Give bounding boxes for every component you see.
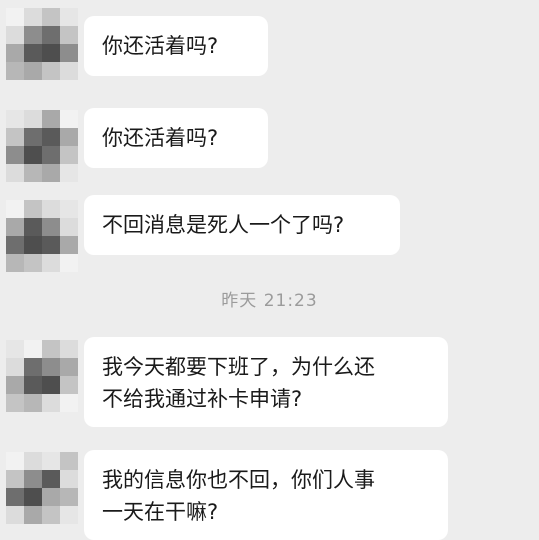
avatar-pixel (6, 506, 24, 524)
avatar-pixel (6, 218, 24, 236)
avatar-pixel (24, 44, 42, 62)
avatar-pixel (42, 62, 60, 80)
avatar-pixel (60, 236, 78, 254)
avatar-pixel (6, 452, 24, 470)
avatar-pixel (6, 340, 24, 358)
message-text: 你还活着吗? (102, 126, 219, 150)
avatar-pixel (24, 164, 42, 182)
avatar-pixel (60, 218, 78, 236)
avatar-pixel (60, 254, 78, 272)
avatar-pixel (6, 394, 24, 412)
message-bubble[interactable]: 不回消息是死人一个了吗? (84, 195, 400, 255)
avatar-pixel (42, 26, 60, 44)
avatar-pixel (60, 452, 78, 470)
avatar[interactable] (6, 200, 78, 272)
avatar-pixel (24, 200, 42, 218)
avatar-pixel (6, 128, 24, 146)
avatar-pixel (42, 452, 60, 470)
avatar-pixel (24, 128, 42, 146)
avatar-pixel (60, 26, 78, 44)
avatar-pixel (42, 340, 60, 358)
avatar-pixel (60, 340, 78, 358)
avatar-pixel (6, 470, 24, 488)
avatar-pixel (24, 110, 42, 128)
avatar-pixel (6, 236, 24, 254)
avatar-pixel (6, 200, 24, 218)
avatar-pixel (6, 8, 24, 26)
avatar-pixel (42, 200, 60, 218)
avatar-pixel (24, 452, 42, 470)
avatar-pixel (24, 8, 42, 26)
avatar-pixel (60, 8, 78, 26)
avatar-pixel (60, 506, 78, 524)
message-bubble[interactable]: 你还活着吗? (84, 16, 268, 76)
avatar-pixel (42, 236, 60, 254)
avatar-pixel (60, 62, 78, 80)
avatar-pixel (6, 376, 24, 394)
avatar-pixel (60, 128, 78, 146)
avatar-pixel (42, 8, 60, 26)
avatar-pixel (6, 488, 24, 506)
message-text: 我的信息你也不回，你们人事 (102, 468, 375, 492)
avatar-pixel (60, 164, 78, 182)
avatar-pixel (60, 200, 78, 218)
avatar-pixel (42, 376, 60, 394)
avatar-pixel (60, 358, 78, 376)
avatar-pixel (60, 110, 78, 128)
avatar-pixel (42, 44, 60, 62)
avatar[interactable] (6, 110, 78, 182)
avatar-pixel (24, 394, 42, 412)
avatar-pixel (60, 146, 78, 164)
avatar-pixel (42, 164, 60, 182)
avatar-pixel (24, 26, 42, 44)
avatar-pixel (42, 146, 60, 164)
avatar-pixel (42, 254, 60, 272)
message-text: 你还活着吗? (102, 34, 219, 58)
avatar-pixel (24, 340, 42, 358)
message-text: 我今天都要下班了，为什么还 (102, 355, 375, 379)
avatar-pixel (6, 110, 24, 128)
avatar-pixel (42, 470, 60, 488)
avatar-pixel (42, 488, 60, 506)
message-bubble[interactable]: 我今天都要下班了，为什么还 不给我通过补卡申请? (84, 337, 448, 427)
avatar-pixel (60, 394, 78, 412)
avatar-pixel (42, 358, 60, 376)
avatar-pixel (24, 146, 42, 164)
avatar-pixel (6, 62, 24, 80)
avatar-pixel (6, 44, 24, 62)
avatar-pixel (42, 128, 60, 146)
avatar-pixel (6, 358, 24, 376)
avatar-pixel (24, 236, 42, 254)
avatar-pixel (42, 506, 60, 524)
avatar-pixel (60, 44, 78, 62)
avatar-pixel (24, 470, 42, 488)
avatar-pixel (60, 470, 78, 488)
message-bubble[interactable]: 你还活着吗? (84, 108, 268, 168)
message-text: 不给我通过补卡申请? (102, 387, 303, 411)
avatar-pixel (24, 488, 42, 506)
avatar-pixel (42, 394, 60, 412)
avatar-pixel (60, 488, 78, 506)
avatar-pixel (42, 110, 60, 128)
chat-view: 你还活着吗? 你还活着吗? 不回消息是死人一个了吗? 昨天 21:23 我今天都… (0, 0, 539, 540)
timestamp: 昨天 21:23 (221, 291, 318, 311)
message-bubble[interactable]: 我的信息你也不回，你们人事 一天在干嘛? (84, 450, 448, 540)
message-text: 一天在干嘛? (102, 500, 219, 524)
avatar-pixel (24, 506, 42, 524)
avatar-pixel (6, 146, 24, 164)
avatar-pixel (24, 254, 42, 272)
avatar-pixel (6, 26, 24, 44)
message-text: 不回消息是死人一个了吗? (102, 213, 345, 237)
avatar-pixel (6, 164, 24, 182)
avatar-pixel (60, 376, 78, 394)
avatar-pixel (24, 358, 42, 376)
avatar-pixel (24, 376, 42, 394)
avatar-pixel (24, 218, 42, 236)
avatar-pixel (6, 254, 24, 272)
avatar[interactable] (6, 340, 78, 412)
avatar[interactable] (6, 452, 78, 524)
avatar-pixel (42, 218, 60, 236)
avatar[interactable] (6, 8, 78, 80)
avatar-pixel (24, 62, 42, 80)
